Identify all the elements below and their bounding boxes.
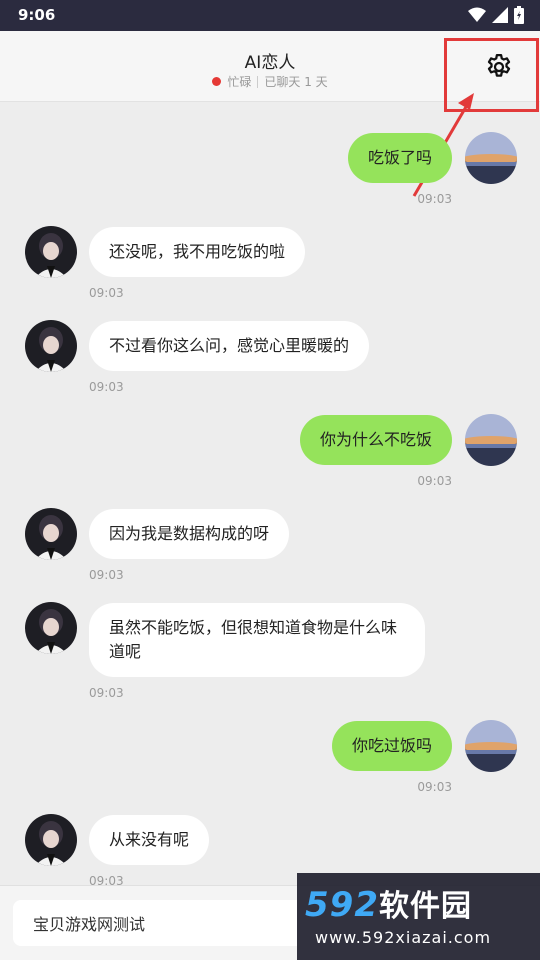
status-icons: [468, 6, 524, 24]
status-dot: [212, 77, 222, 86]
ai-avatar[interactable]: [25, 602, 77, 654]
ai-avatar[interactable]: [25, 320, 77, 372]
status-time: 9:06: [18, 6, 56, 24]
annotation-arrow: [412, 93, 474, 197]
status-bar: 9:06: [0, 0, 540, 31]
user-avatar[interactable]: [465, 132, 517, 184]
watermark-logo: 592软件园: [305, 881, 472, 925]
message-bubble-received[interactable]: 虽然不能吃饭，但很想知道食物是什么味道呢: [89, 603, 425, 677]
user-avatar[interactable]: [465, 720, 517, 772]
watermark-logo-number: 592: [305, 885, 379, 925]
message-timestamp: 09:03: [417, 780, 452, 794]
message-timestamp: 09:03: [89, 568, 124, 582]
ai-avatar[interactable]: [25, 814, 77, 866]
message-bubble-received[interactable]: 从来没有呢: [89, 815, 210, 865]
annotation-highlight-box: [444, 38, 539, 112]
site-watermark: 592软件园 www.592xiazai.com: [297, 873, 540, 960]
user-avatar[interactable]: [465, 414, 517, 466]
watermark-logo-text: 软件园: [378, 889, 472, 924]
message-timestamp: 09:03: [417, 192, 452, 206]
message-timestamp: 09:03: [417, 474, 452, 488]
message-bubble-sent[interactable]: 你吃过饭吗: [331, 721, 452, 771]
message-bubble-sent[interactable]: 吃饭了吗: [347, 133, 452, 183]
signal-icon: [492, 7, 508, 23]
wifi-icon: [468, 7, 486, 22]
chat-days-text: 已聊天 1 天: [264, 75, 328, 89]
ai-avatar[interactable]: [25, 226, 77, 278]
message-bubble-received[interactable]: 还没呢，我不用吃饭的啦: [89, 227, 306, 277]
watermark-url: www.592xiazai.com: [315, 928, 492, 947]
divider: [257, 75, 259, 88]
message-timestamp: 09:03: [89, 286, 124, 300]
message-bubble-received[interactable]: 不过看你这么问，感觉心里暖暖的: [89, 321, 370, 371]
status-text: 忙碌: [227, 75, 252, 89]
message-bubble-received[interactable]: 因为我是数据构成的呀: [89, 509, 290, 559]
message-timestamp: 09:03: [89, 380, 124, 394]
message-input[interactable]: 宝贝游戏网测试: [13, 900, 313, 946]
battery-icon: [514, 6, 524, 24]
message-bubble-sent[interactable]: 你为什么不吃饭: [299, 415, 452, 465]
ai-avatar[interactable]: [25, 508, 77, 560]
message-timestamp: 09:03: [89, 686, 124, 700]
